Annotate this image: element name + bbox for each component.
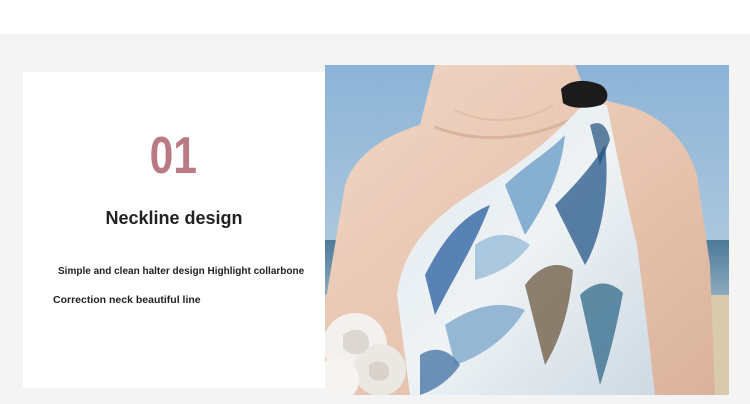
text-card bbox=[23, 72, 325, 388]
product-photo bbox=[325, 65, 729, 395]
feature-title: Neckline design bbox=[105, 208, 243, 228]
feature-description-line-2: Correction neck beautiful line bbox=[53, 294, 201, 306]
feature-description-line-1: Simple and clean halter design Highlight… bbox=[58, 266, 305, 277]
feature-number: 01 bbox=[149, 127, 197, 185]
